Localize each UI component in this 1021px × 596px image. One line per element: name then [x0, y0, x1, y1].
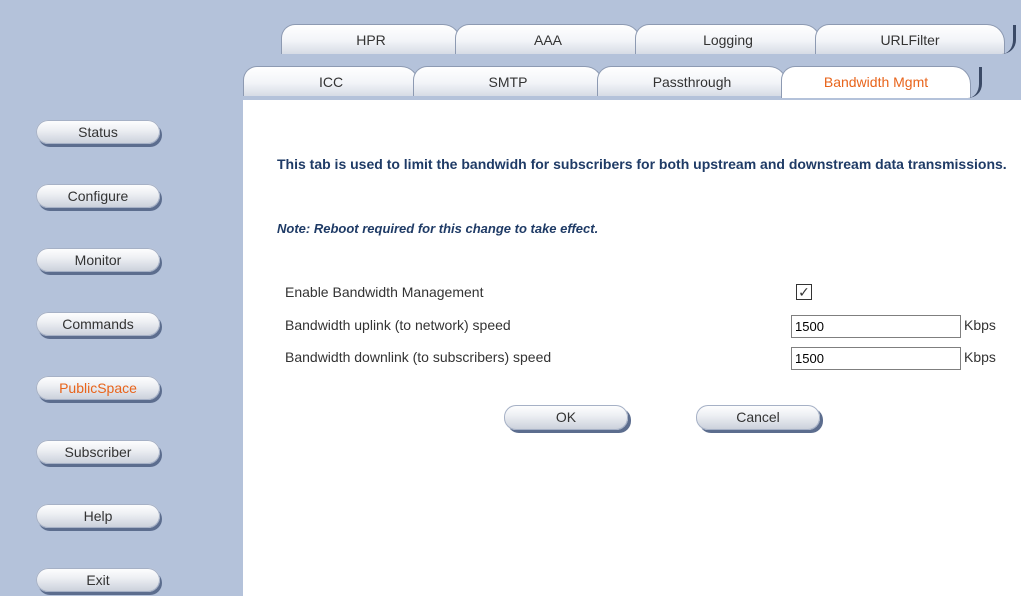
tab-label: Passthrough	[652, 74, 732, 90]
tab-label: URLFilter	[880, 32, 940, 48]
downlink-speed-input[interactable]	[791, 347, 961, 370]
downlink-speed-label: Bandwidth downlink (to subscribers) spee…	[285, 349, 552, 365]
reboot-note: Note: Reboot required for this change to…	[277, 221, 599, 236]
tab-bar: HPR AAA Logging URLFilter ICC SMTP Passt…	[243, 0, 1021, 100]
tab-aaa[interactable]: AAA	[455, 24, 652, 54]
page-description: This tab is used to limit the bandwidh f…	[277, 156, 1007, 172]
nav-help-button[interactable]: Help	[36, 504, 160, 528]
tab-label: HPR	[356, 32, 386, 48]
tab-label: SMTP	[488, 74, 528, 90]
tab-hpr[interactable]: HPR	[281, 24, 472, 54]
enable-bandwidth-label: Enable Bandwidth Management	[285, 284, 484, 300]
tab-urlfilter[interactable]: URLFilter	[815, 24, 1016, 54]
tab-label: Logging	[703, 32, 753, 48]
content-panel: This tab is used to limit the bandwidh f…	[243, 100, 1021, 596]
tab-logging[interactable]: Logging	[635, 24, 832, 54]
tab-curl	[959, 67, 982, 98]
nav-publicspace-button[interactable]: PublicSpace	[36, 376, 160, 400]
nav-subscriber-button[interactable]: Subscriber	[36, 440, 160, 464]
uplink-speed-input[interactable]	[791, 315, 961, 338]
tab-label: AAA	[533, 32, 562, 48]
uplink-speed-label: Bandwidth uplink (to network) speed	[285, 317, 511, 333]
downlink-unit-label: Kbps	[964, 349, 996, 365]
tab-smtp[interactable]: SMTP	[413, 66, 603, 96]
nav-monitor-button[interactable]: Monitor	[36, 248, 160, 272]
uplink-unit-label: Kbps	[964, 317, 996, 333]
tab-bandwidth-mgmt[interactable]: Bandwidth Mgmt	[781, 66, 982, 98]
nav-exit-button[interactable]: Exit	[36, 568, 160, 592]
enable-bandwidth-checkbox[interactable]: ✓	[796, 284, 812, 300]
ok-button[interactable]: OK	[504, 405, 628, 430]
tab-label: ICC	[318, 74, 344, 90]
tab-label: Bandwidth Mgmt	[823, 74, 929, 90]
nav-status-button[interactable]: Status	[36, 120, 160, 144]
nav-configure-button[interactable]: Configure	[36, 184, 160, 208]
cancel-button[interactable]: Cancel	[696, 405, 820, 430]
tab-icc[interactable]: ICC	[243, 66, 419, 96]
nav-commands-button[interactable]: Commands	[36, 312, 160, 336]
sidebar: Status Configure Monitor Commands Public…	[0, 0, 243, 596]
tab-curl	[993, 25, 1016, 54]
tab-passthrough[interactable]: Passthrough	[597, 66, 787, 96]
